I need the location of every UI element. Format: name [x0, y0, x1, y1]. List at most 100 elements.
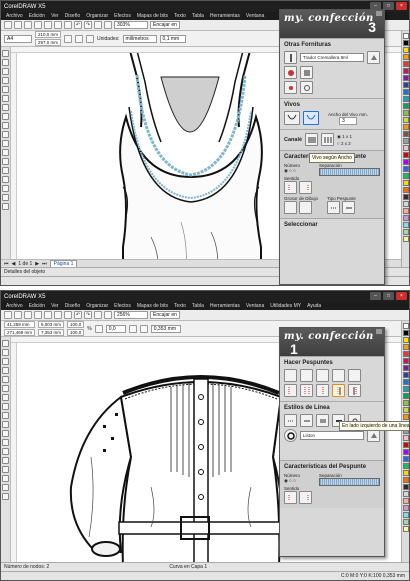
vertical-ruler[interactable]	[11, 53, 17, 276]
height-field[interactable]: 7,353 mm	[38, 329, 65, 336]
print-icon[interactable]	[34, 311, 42, 319]
numero-radios[interactable]: ◉ ○ ○	[284, 168, 312, 174]
palette-swatch[interactable]	[402, 526, 409, 532]
separacion-slider[interactable]	[319, 478, 380, 486]
pespunte-both-icon[interactable]	[300, 384, 313, 397]
minimize-button[interactable]: –	[370, 292, 381, 300]
menu-item[interactable]: Efectos	[114, 303, 131, 309]
palette-swatch[interactable]	[402, 512, 409, 518]
zoom-tool-icon[interactable]	[2, 367, 9, 374]
fill-tool-icon[interactable]	[2, 194, 9, 201]
palette-swatch[interactable]	[402, 442, 409, 448]
close-button[interactable]: ×	[396, 2, 407, 10]
ellipse-tool-icon[interactable]	[2, 403, 9, 410]
outline-width-field[interactable]: 0,353 mm	[150, 324, 181, 333]
portrait-icon[interactable]	[64, 34, 73, 43]
grosor-thin-icon[interactable]	[284, 201, 297, 214]
eyedropper-tool-icon[interactable]	[2, 466, 9, 473]
palette-swatch[interactable]	[402, 400, 409, 406]
palette-swatch[interactable]	[402, 75, 409, 81]
table-tool-icon[interactable]	[2, 140, 9, 147]
copy-icon[interactable]	[54, 21, 62, 29]
palette-swatch[interactable]	[402, 47, 409, 53]
palette-swatch[interactable]	[402, 323, 409, 329]
menu-item[interactable]: Diseño	[65, 303, 81, 309]
canale-pattern-b-icon[interactable]	[321, 133, 335, 146]
y-position-field[interactable]: 271,469 mm	[4, 329, 36, 336]
palette-swatch[interactable]	[402, 166, 409, 172]
docker-close-icon[interactable]	[376, 11, 382, 16]
palette-swatch[interactable]	[402, 54, 409, 60]
menu-item[interactable]: Tabla	[192, 13, 204, 19]
pespunte-center-icon[interactable]	[316, 384, 329, 397]
palette-swatch[interactable]	[402, 449, 409, 455]
text-tool-icon[interactable]	[2, 131, 9, 138]
crop-tool-icon[interactable]	[2, 68, 9, 75]
landscape-icon[interactable]	[75, 34, 84, 43]
nudge-distance-field[interactable]: 0,1 mm	[159, 34, 186, 43]
menu-item[interactable]: Herramientas	[210, 13, 240, 19]
next-page-icon[interactable]: ▶	[35, 261, 39, 267]
pespunte-style-1-icon[interactable]	[284, 369, 297, 382]
palette-swatch[interactable]	[402, 68, 409, 74]
pespunte-style-3-icon[interactable]	[316, 369, 329, 382]
crop-tool-icon[interactable]	[2, 358, 9, 365]
snap-fornitura-icon[interactable]	[300, 66, 313, 79]
cut-icon[interactable]	[44, 311, 52, 319]
pick-tool-icon[interactable]	[2, 340, 9, 347]
export-icon[interactable]	[104, 311, 112, 319]
palette-swatch[interactable]	[402, 187, 409, 193]
palette-swatch[interactable]	[402, 414, 409, 420]
palette-swatch[interactable]	[402, 330, 409, 336]
sentido-right-icon[interactable]	[299, 181, 312, 194]
polygon-tool-icon[interactable]	[2, 122, 9, 129]
shape-tool-icon[interactable]	[2, 59, 9, 66]
palette-swatch[interactable]	[402, 407, 409, 413]
canale-2x2-radio[interactable]: ○ 2 x 2	[337, 141, 352, 146]
menu-item[interactable]: Tabla	[192, 303, 204, 309]
redo-icon[interactable]: ↷	[84, 311, 92, 319]
menu-item[interactable]: Archivo	[6, 13, 23, 19]
vivo-simple-icon[interactable]	[284, 111, 300, 125]
rectangle-tool-icon[interactable]	[2, 104, 9, 111]
grosor-thick-icon[interactable]	[299, 201, 312, 214]
pespunte-left-icon[interactable]	[284, 384, 297, 397]
palette-swatch[interactable]	[402, 470, 409, 476]
menu-item[interactable]: Texto	[174, 13, 186, 19]
palette-swatch[interactable]	[402, 201, 409, 207]
first-page-icon[interactable]: ⏮	[4, 261, 9, 267]
separacion-slider[interactable]	[319, 168, 380, 176]
freehand-tool-icon[interactable]	[2, 86, 9, 93]
numero-radios[interactable]: ◉ ○ ○	[284, 478, 312, 484]
menu-item[interactable]: Edición	[29, 303, 45, 309]
palette-swatch[interactable]	[402, 505, 409, 511]
tipo-dashed-icon[interactable]	[327, 201, 341, 214]
width-field[interactable]: 6,003 mm	[38, 321, 65, 328]
interactive-fill-tool-icon[interactable]	[2, 203, 9, 210]
pespunte-right-of-line-icon[interactable]	[348, 384, 361, 397]
docker-close-icon[interactable]	[376, 329, 382, 334]
blend-tool-icon[interactable]	[2, 457, 9, 464]
print-icon[interactable]	[34, 21, 42, 29]
copy-icon[interactable]	[54, 311, 62, 319]
palette-swatch[interactable]	[402, 337, 409, 343]
palette-swatch[interactable]	[402, 145, 409, 151]
palette-swatch[interactable]	[402, 344, 409, 350]
zoom-tool-icon[interactable]	[2, 77, 9, 84]
menu-item[interactable]: Mapas de bits	[137, 13, 168, 19]
snap-to-select[interactable]: Encajar en	[150, 21, 180, 29]
table-tool-icon[interactable]	[2, 430, 9, 437]
pespunte-left-of-line-icon[interactable]	[332, 384, 345, 397]
save-icon[interactable]	[24, 21, 32, 29]
palette-swatch[interactable]	[402, 33, 409, 39]
all-pages-icon[interactable]	[86, 34, 95, 43]
page-height-field[interactable]: 297,0 mm	[35, 39, 62, 46]
palette-swatch[interactable]	[402, 365, 409, 371]
menu-item[interactable]: Organizar	[86, 303, 108, 309]
units-select[interactable]: milímetros	[122, 34, 157, 43]
dimension-tool-icon[interactable]	[2, 149, 9, 156]
menu-item[interactable]: Efectos	[114, 13, 131, 19]
outline-tool-icon[interactable]	[2, 475, 9, 482]
open-icon[interactable]	[14, 311, 22, 319]
palette-swatch[interactable]	[402, 435, 409, 441]
